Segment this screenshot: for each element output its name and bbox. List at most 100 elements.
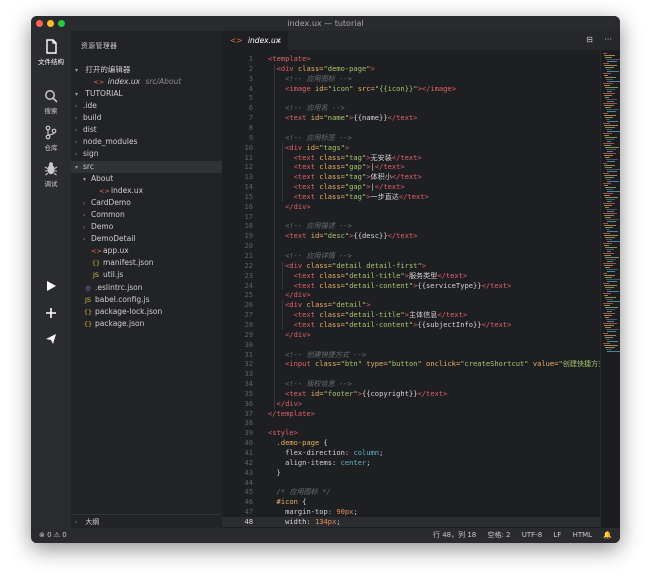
code-line[interactable]: 13 <text class="tag">体积小</text> (222, 172, 600, 182)
tree-item[interactable]: ▾ About (71, 173, 222, 185)
code-line[interactable]: 11 <text class="tag">无安装</text> (222, 153, 600, 163)
code-line[interactable]: 5 (222, 93, 600, 103)
code-line[interactable]: 43 } (222, 468, 600, 478)
code-line[interactable]: 36 </div> (222, 399, 600, 409)
code-line[interactable]: 25 </div> (222, 290, 600, 300)
code-token: center (340, 457, 367, 467)
code-line[interactable]: 19 <text id="desc">{{desc}}</text> (222, 231, 600, 241)
tree-item[interactable]: <>index.ux (71, 185, 222, 197)
minimap-line (605, 77, 616, 78)
code-line[interactable]: 37 </template> (222, 409, 600, 419)
code-line[interactable]: 10 <div id="tags"> (222, 143, 600, 153)
code-line[interactable]: 35 <text id="footer">{{copyright}}</text… (222, 389, 600, 399)
tree-item[interactable]: › .ide (71, 100, 222, 112)
tree-item[interactable]: {} manifest.json (71, 257, 222, 269)
code-line[interactable]: 15 <text class="tag">一步直达</text> (222, 192, 600, 202)
code-line[interactable]: 28 <text class="detail-content">{{subjec… (222, 320, 600, 330)
code-line[interactable]: 44 (222, 478, 600, 488)
code-line[interactable]: 6 <!-- 应用名 --> (222, 103, 600, 113)
code-line[interactable]: 39 <style> (222, 428, 600, 438)
close-window-button[interactable] (36, 20, 43, 27)
activity-repo[interactable]: 仓库 (31, 125, 71, 152)
tree-item[interactable]: {} package-lock.json (71, 306, 222, 318)
code-line[interactable]: 22 <div class="detail detail-first"> (222, 261, 600, 271)
activity-files[interactable]: 文件结构 (31, 39, 71, 66)
tree-item[interactable]: ◎ .eslintrc.json (71, 282, 222, 294)
code-line[interactable]: 42 align-items: center; (222, 458, 600, 468)
code-line[interactable]: 30 (222, 340, 600, 350)
code-line[interactable]: 8 (222, 123, 600, 133)
code-line[interactable]: 20 (222, 241, 600, 251)
code-line[interactable]: 29 </div> (222, 330, 600, 340)
minimize-window-button[interactable] (47, 20, 54, 27)
code-line[interactable]: 41 flex-direction: column; (222, 448, 600, 458)
tree-item[interactable]: {} package.json (71, 318, 222, 330)
add-button[interactable] (31, 307, 71, 321)
code-line[interactable]: 7 <text id="name">{{name}}</text> (222, 113, 600, 123)
code-line[interactable]: 31 <!-- 创建快捷方式 --> (222, 350, 600, 360)
maximize-window-button[interactable] (58, 20, 65, 27)
tree-item[interactable]: › Demo (71, 221, 222, 233)
tree-item[interactable]: › DemoDetail (71, 233, 222, 245)
code-line[interactable]: 2 <div class="demo-page"> (222, 64, 600, 74)
errors-indicator[interactable]: ⊗ 0 (39, 531, 52, 539)
code-line[interactable]: 34 <!-- 版权信息 --> (222, 379, 600, 389)
cursor-position[interactable]: 行 48，列 18 (433, 531, 476, 539)
code-line[interactable]: 48 width: 134px; (222, 516, 600, 527)
code-line[interactable]: 3 <!-- 应用图标 --> (222, 74, 600, 84)
tab-index-ux[interactable]: <> index.ux × (222, 31, 288, 50)
minimap[interactable] (600, 50, 620, 528)
code-line[interactable]: 23 <text class="detail-title">服务类型</text… (222, 271, 600, 281)
line-number: 5 (248, 93, 253, 103)
run-button[interactable] (31, 280, 71, 294)
code-line[interactable]: 26 <div class="detail"> (222, 300, 600, 310)
project-section[interactable]: ▾ TUTORIAL (71, 88, 222, 100)
code-line[interactable]: 12 <text class="gap">|</text> (222, 162, 600, 172)
code-line[interactable]: 9 <!-- 应用标签 --> (222, 133, 600, 143)
code-line[interactable]: 16 </div> (222, 202, 600, 212)
encoding[interactable]: UTF-8 (522, 531, 542, 539)
code-line[interactable]: 46 #icon { (222, 497, 600, 507)
code-line[interactable]: 38 (222, 418, 600, 428)
code-line[interactable]: 17 (222, 212, 600, 222)
tree-item[interactable]: › CardDemo (71, 197, 222, 209)
open-editors-section[interactable]: ▾ 打开的编辑器 (71, 64, 222, 76)
tree-item[interactable]: › Common (71, 209, 222, 221)
code-line[interactable]: 1 <template> (222, 54, 600, 64)
code-line[interactable]: 32 <input class="btn" type="button" oncl… (222, 359, 600, 369)
close-tab-icon[interactable]: × (275, 31, 282, 50)
code-line[interactable]: 40 .demo-page { (222, 438, 600, 448)
tree-item[interactable]: <>app.ux (71, 245, 222, 257)
tree-item[interactable]: JS util.js (71, 269, 222, 281)
code-line[interactable]: 33 (222, 369, 600, 379)
more-actions-icon[interactable]: ··· (604, 35, 612, 44)
code-line[interactable]: 47 margin-top: 90px; (222, 507, 600, 517)
tree-item[interactable]: › build (71, 112, 222, 124)
code-editor[interactable]: 1 <template> 2 <div class="demo-page"> 3 <!… (222, 50, 600, 528)
code-line[interactable]: 14 <text class="gap">|</text> (222, 182, 600, 192)
minimap-line (603, 263, 616, 264)
tree-item[interactable]: › sign (71, 148, 222, 160)
code-line[interactable]: 24 <text class="detail-content">{{servic… (222, 281, 600, 291)
code-line[interactable]: 27 <text class="detail-title">主体信息</text… (222, 310, 600, 320)
open-editor-item[interactable]: <> index.ux src/About (71, 76, 222, 88)
warnings-indicator[interactable]: ⚠ 0 (54, 531, 67, 539)
line-ending[interactable]: LF (553, 531, 561, 539)
code-line[interactable]: 21 <!-- 应用详情 --> (222, 251, 600, 261)
send-button[interactable] (31, 333, 71, 347)
indentation[interactable]: 空格: 2 (487, 531, 510, 539)
activity-search[interactable]: 搜索 (31, 89, 71, 115)
activity-debug[interactable]: 调试 (31, 161, 71, 188)
code-token: "createShortcut" (460, 359, 533, 369)
tree-item[interactable]: › node_modules (71, 136, 222, 148)
tree-item[interactable]: JS babel.config.js (71, 294, 222, 306)
code-line[interactable]: 18 <!-- 应用描述 --> (222, 221, 600, 231)
tree-item[interactable]: › dist (71, 124, 222, 136)
tree-item[interactable]: ▾ src (71, 160, 222, 173)
notification-bell-icon[interactable]: 🔔 (603, 531, 612, 539)
outline-section[interactable]: › 大纲 (71, 514, 222, 528)
code-line[interactable]: 45 /* 应用图标 */ (222, 487, 600, 497)
language-mode[interactable]: HTML (573, 531, 592, 539)
split-editor-icon[interactable]: ⊟ (586, 35, 593, 44)
code-line[interactable]: 4 <image id="icon" src="{{icon}}"></imag… (222, 84, 600, 94)
